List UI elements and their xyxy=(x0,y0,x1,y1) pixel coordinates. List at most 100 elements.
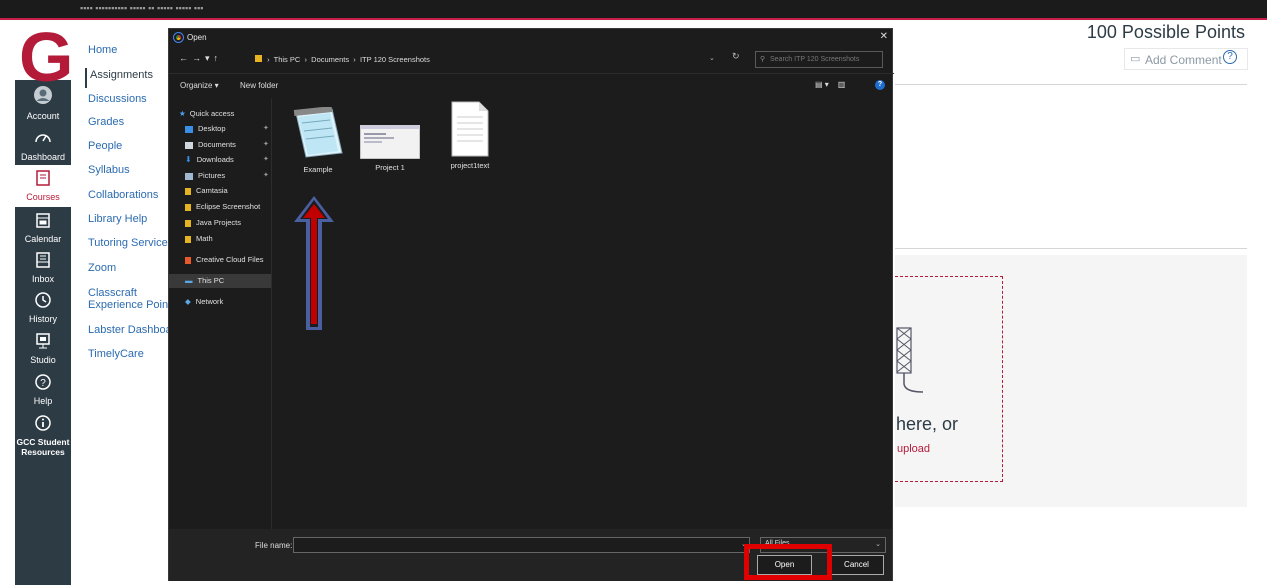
sidebar-item-documents[interactable]: Documents xyxy=(185,140,236,149)
drop-text: here, or xyxy=(896,414,959,434)
breadcrumb-itp-screenshots[interactable]: ITP 120 Screenshots xyxy=(360,55,430,64)
cancel-button[interactable]: Cancel xyxy=(829,555,884,575)
file-name: project1text xyxy=(450,161,490,170)
sidebar-item-label: Downloads xyxy=(196,155,234,164)
course-nav-discussions[interactable]: Discussions xyxy=(88,93,147,106)
divider xyxy=(169,73,894,74)
up-arrow-icon[interactable]: ↑ xyxy=(214,53,223,63)
sidebar-item-quick-access[interactable]: ★ Quick access xyxy=(179,109,234,118)
help-circle-icon[interactable]: ? xyxy=(1223,50,1237,64)
global-nav-account[interactable]: Account xyxy=(15,85,71,121)
address-bar[interactable]: › This PC › Documents › ITP 120 Screensh… xyxy=(247,51,747,68)
global-nav-history[interactable]: History xyxy=(15,292,71,324)
sidebar-item-eclipse[interactable]: Eclipse Screenshot xyxy=(185,202,260,211)
studio-icon xyxy=(15,333,71,354)
navigation-arrows: ←→▾↑ xyxy=(179,53,222,64)
open-file-dialog: Open ✕ ←→▾↑ › This PC › Documents › ITP … xyxy=(168,28,894,581)
course-nav-people[interactable]: People xyxy=(88,140,122,153)
pin-icon[interactable]: ✦ xyxy=(263,171,269,179)
file-item-project-1[interactable]: Project 1 xyxy=(359,124,421,172)
address-separator: › xyxy=(351,55,358,64)
dialog-titlebar: Open ✕ xyxy=(169,29,894,46)
sidebar-item-camtasia[interactable]: Camtasia xyxy=(185,186,228,195)
institution-logo[interactable]: G xyxy=(0,20,73,92)
folder-icon xyxy=(255,55,262,62)
recent-dropdown-icon[interactable]: ▾ xyxy=(205,53,214,63)
file-item-project1text[interactable]: project1text xyxy=(437,101,503,170)
global-nav-studio[interactable]: Studio xyxy=(15,333,71,365)
sidebar-item-this-pc[interactable]: ▬ This PC xyxy=(169,274,271,288)
sidebar-item-desktop[interactable]: Desktop xyxy=(185,124,226,133)
global-nav-help[interactable]: ? Help xyxy=(15,374,71,406)
course-nav-experience-points[interactable]: Experience Points xyxy=(88,299,168,312)
view-options-icon[interactable]: ▤ ▾ ▥ xyxy=(815,80,845,89)
search-placeholder: Search ITP 120 Screenshots xyxy=(770,56,860,63)
global-nav-dashboard[interactable]: Dashboard xyxy=(15,130,71,162)
course-nav-syllabus[interactable]: Syllabus xyxy=(88,164,130,177)
global-nav-label: Dashboard xyxy=(20,152,66,162)
dashboard-icon xyxy=(15,130,71,151)
sidebar-item-label: Creative Cloud Files xyxy=(196,255,264,264)
global-nav-label: Calendar xyxy=(24,234,62,244)
course-nav-assignments[interactable]: Assignments xyxy=(85,68,153,88)
navigation-pane: ★ Quick access Desktop ✦ Documents ✦ ⬇ Dow… xyxy=(169,99,272,536)
global-nav-gcc-resources[interactable]: GCC Student Resources xyxy=(15,415,71,457)
dialog-title: Open xyxy=(187,33,207,42)
computer-icon: ▬ xyxy=(185,276,193,285)
sidebar-item-label: Camtasia xyxy=(196,186,228,195)
divider xyxy=(895,84,1247,85)
logo-letter: G xyxy=(19,18,74,96)
global-nav-inbox[interactable]: Inbox xyxy=(15,252,71,284)
network-icon: ◆ xyxy=(185,297,191,306)
sidebar-item-creative-cloud[interactable]: Creative Cloud Files xyxy=(185,255,264,264)
global-nav-calendar[interactable]: Calendar xyxy=(15,212,71,244)
sidebar-item-java-projects[interactable]: Java Projects xyxy=(185,218,241,227)
course-nav-library-help[interactable]: Library Help xyxy=(88,213,147,226)
global-nav-label: Studio xyxy=(30,355,56,365)
course-nav-zoom[interactable]: Zoom xyxy=(88,262,116,275)
sidebar-item-pictures[interactable]: Pictures xyxy=(185,171,225,180)
divider xyxy=(895,248,1247,249)
sidebar-item-label: Eclipse Screenshot xyxy=(196,202,261,211)
address-dropdown-icon[interactable]: ⌄ xyxy=(709,54,715,62)
pin-icon[interactable]: ✦ xyxy=(263,124,269,132)
pictures-icon xyxy=(185,172,193,180)
course-nav-collaborations[interactable]: Collaborations xyxy=(88,189,158,202)
pin-icon[interactable]: ✦ xyxy=(263,155,269,163)
course-nav-grades[interactable]: Grades xyxy=(88,116,124,129)
forward-arrow-icon[interactable]: → xyxy=(192,53,205,63)
breadcrumb-documents[interactable]: Documents xyxy=(311,55,349,64)
global-nav-courses[interactable]: Courses xyxy=(15,165,71,207)
breadcrumb-this-pc[interactable]: This PC xyxy=(274,55,301,64)
file-item-example[interactable]: Example xyxy=(287,106,349,174)
pin-icon[interactable]: ✦ xyxy=(263,140,269,148)
sidebar-item-network[interactable]: ◆ Network xyxy=(185,297,223,306)
address-separator: › xyxy=(267,55,272,64)
search-input[interactable]: ⚲ Search ITP 120 Screenshots xyxy=(755,51,883,68)
new-folder-button[interactable]: New folder xyxy=(240,81,278,90)
sidebar-item-label: Pictures xyxy=(198,171,226,180)
refresh-icon[interactable]: ↻ xyxy=(732,51,740,62)
upload-illustration-icon xyxy=(896,327,924,393)
sidebar-item-downloads[interactable]: ⬇ Downloads xyxy=(185,155,234,164)
sidebar-item-math[interactable]: Math xyxy=(185,234,213,243)
global-nav-label: Help xyxy=(33,396,53,406)
text-file-icon xyxy=(451,101,489,157)
search-icon: ⚲ xyxy=(760,56,766,63)
back-arrow-icon[interactable]: ← xyxy=(179,53,192,63)
upload-link[interactable]: upload xyxy=(897,443,930,455)
course-nav-home[interactable]: Home xyxy=(88,44,117,57)
desktop-icon xyxy=(185,125,193,133)
inbox-icon xyxy=(15,252,71,273)
course-nav-labster[interactable]: Labster Dashboard xyxy=(88,324,168,337)
close-icon[interactable]: ✕ xyxy=(880,31,888,42)
file-name-input[interactable] xyxy=(293,537,750,553)
organize-button[interactable]: Organize ▾ xyxy=(180,81,219,90)
help-icon[interactable]: ? xyxy=(875,80,885,90)
sidebar-item-label: Math xyxy=(196,234,213,243)
course-nav-timelycare[interactable]: TimelyCare xyxy=(88,348,144,361)
sidebar-item-label: Desktop xyxy=(198,124,226,133)
download-icon: ⬇ xyxy=(185,155,192,164)
course-nav-tutoring[interactable]: Tutoring Services xyxy=(88,237,168,250)
creative-cloud-icon xyxy=(185,256,191,264)
